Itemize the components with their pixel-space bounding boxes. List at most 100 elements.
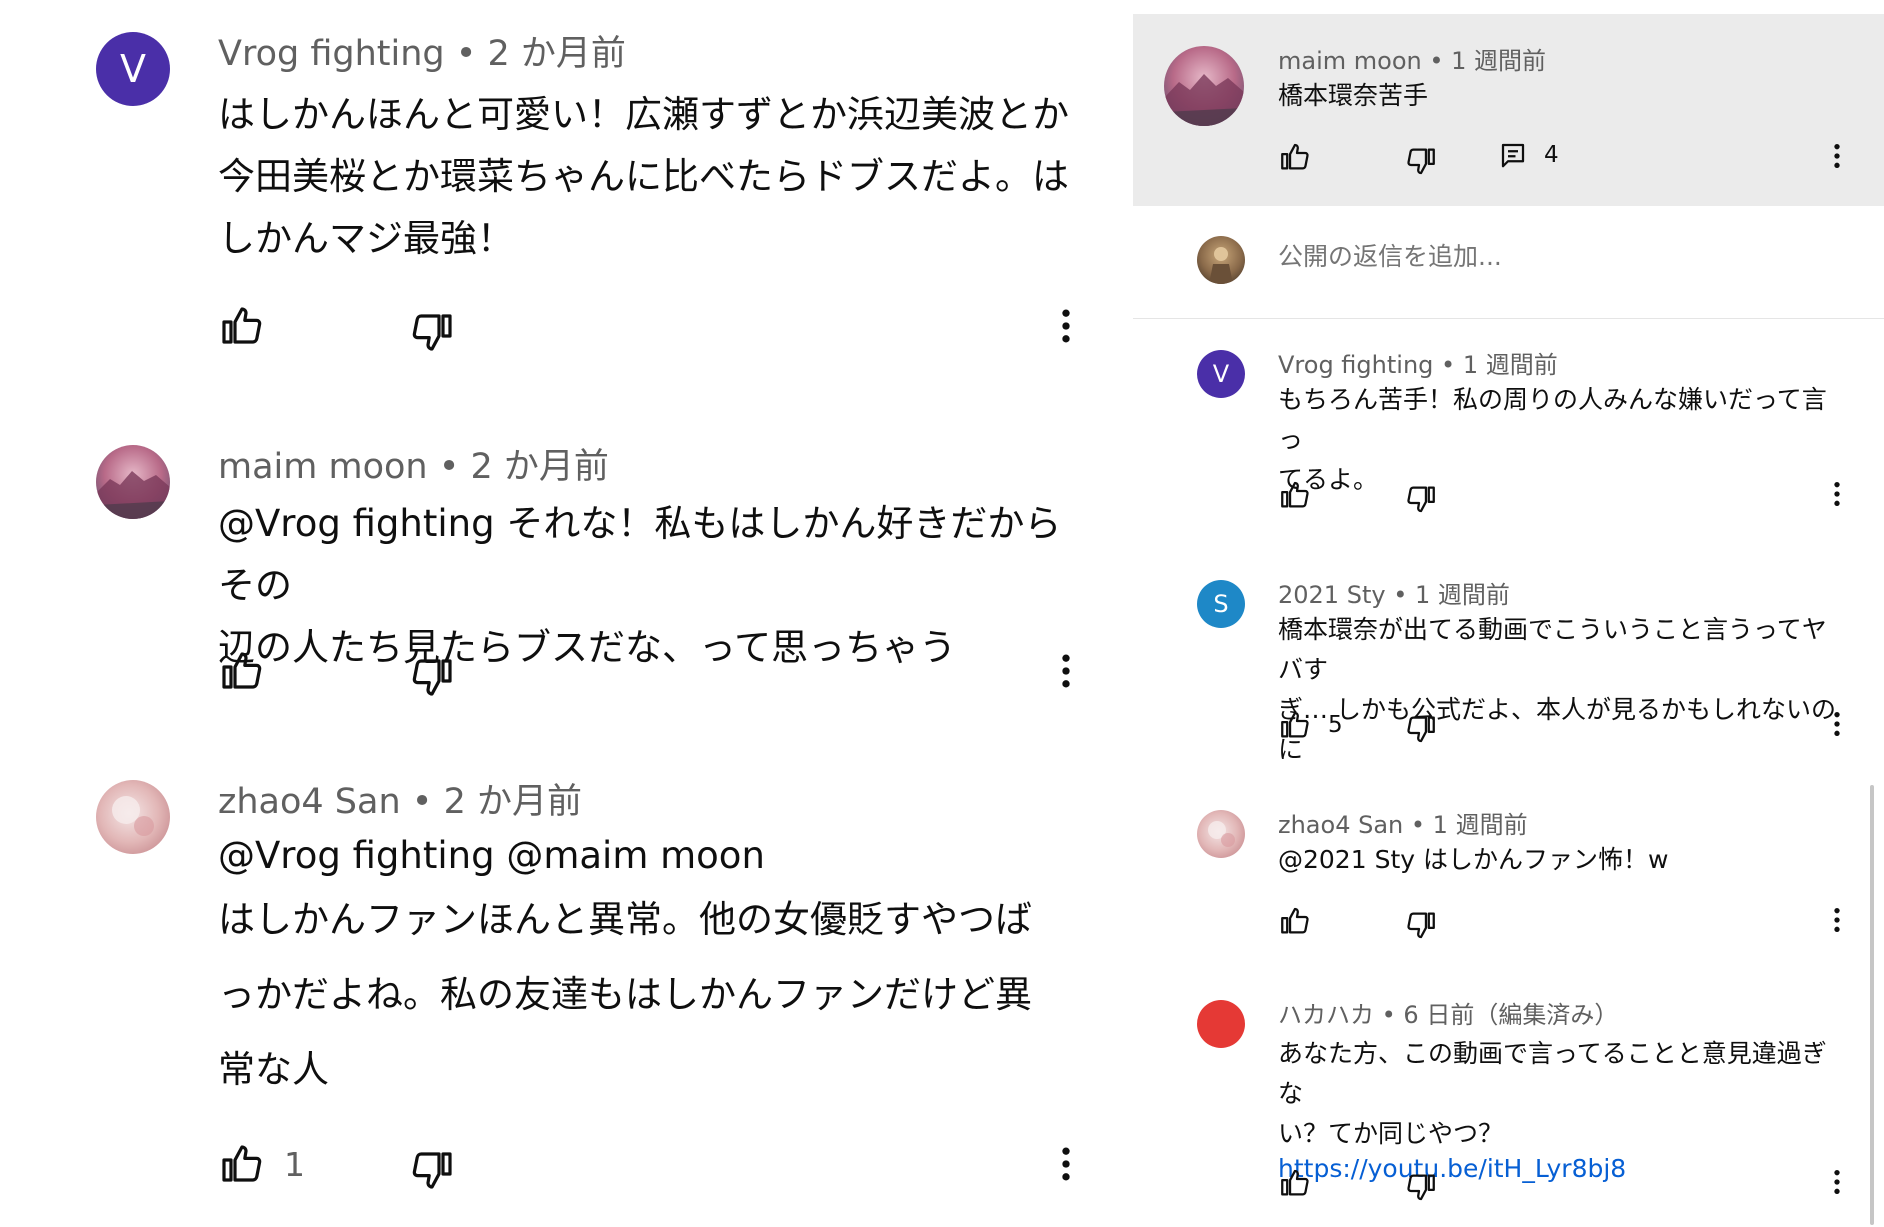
- avatar[interactable]: [96, 445, 170, 519]
- comment-reply-icon: [1498, 140, 1528, 170]
- avatar[interactable]: [1164, 46, 1244, 126]
- dislike-button[interactable]: [1404, 144, 1438, 182]
- like-button[interactable]: [1278, 140, 1328, 174]
- comment-author[interactable]: Vrog fighting: [218, 34, 445, 74]
- comment-author[interactable]: Vrog fighting: [1278, 351, 1433, 379]
- comment-text: 橋本環奈苦手: [1278, 76, 1838, 116]
- replies-button[interactable]: 4: [1498, 140, 1559, 170]
- comment-line: あなた方、この動画で言ってることと意見違過ぎな: [1278, 1039, 1827, 1108]
- thumbs-up-icon: [1278, 478, 1312, 512]
- add-reply-input[interactable]: [1278, 242, 1838, 271]
- like-button[interactable]: [1278, 904, 1328, 938]
- more-vert-icon: [1821, 140, 1853, 172]
- comment-text: あなた方、この動画で言ってることと意見違過ぎな い？てか同じやつ？ https:…: [1278, 1034, 1838, 1184]
- more-vert-icon: [1821, 708, 1853, 740]
- avatar[interactable]: [96, 780, 170, 854]
- comment-header: zhao4 San • 2 か月前: [218, 780, 582, 826]
- comment-time[interactable]: 1 週間前: [1415, 581, 1510, 609]
- dislike-button[interactable]: [408, 1146, 456, 1198]
- meta-separator: •: [1374, 1001, 1404, 1029]
- reply-item: S 2021 Sty • 1 週間前 橋本環奈が出てる動画でこういうこと言うって…: [1197, 580, 1857, 764]
- comment-time[interactable]: 2 か月前: [488, 34, 626, 74]
- meta-separator: •: [1385, 581, 1415, 609]
- comment-header: Vrog fighting • 1 週間前: [1278, 350, 1558, 381]
- comment-author[interactable]: 2021 Sty: [1278, 581, 1386, 609]
- reply-count: 4: [1544, 142, 1559, 168]
- current-user-avatar: [1197, 236, 1245, 284]
- comment-line: しかんマジ最強！: [218, 217, 514, 260]
- more-vert-icon: [1821, 1166, 1853, 1198]
- thumbs-up-icon: [1278, 904, 1312, 938]
- thumbs-up-icon: [218, 647, 266, 695]
- reply-item: zhao4 San • 1 週間前 @2021 Sty はしかんファン怖！w: [1197, 810, 1857, 960]
- comment-mention-line: @Vrog fighting @maim moon: [218, 834, 765, 877]
- comment-time[interactable]: 2 か月前: [471, 447, 609, 487]
- thumbs-down-icon: [1404, 908, 1438, 942]
- scrollbar[interactable]: [1870, 785, 1874, 1225]
- comment-time[interactable]: 2 か月前: [444, 782, 582, 822]
- like-button[interactable]: [218, 647, 284, 695]
- comment-time[interactable]: 1 週間前: [1463, 351, 1558, 379]
- like-button[interactable]: [1278, 1166, 1328, 1200]
- avatar-circle: [1197, 1000, 1245, 1048]
- comment-time[interactable]: 1 週間前: [1433, 811, 1528, 839]
- avatar[interactable]: V: [96, 32, 170, 106]
- more-actions-button[interactable]: [1821, 1166, 1853, 1202]
- comment-header: maim moon • 2 か月前: [218, 445, 609, 491]
- comment-author[interactable]: zhao4 San: [1278, 811, 1403, 839]
- dislike-button[interactable]: [1404, 482, 1438, 520]
- avatar[interactable]: [1197, 810, 1245, 858]
- comment-line: っかだよね。私の友達もはしかんファンだけど異: [218, 973, 1032, 1016]
- more-actions-button[interactable]: [1821, 140, 1853, 176]
- avatar-image: [96, 445, 170, 519]
- comment-line: 橋本環奈が出てる動画でこういうこと言うってヤバす: [1278, 615, 1827, 684]
- thumbs-down-icon: [408, 653, 456, 701]
- like-button[interactable]: [218, 302, 284, 350]
- comment-header: 2021 Sty • 1 週間前: [1278, 580, 1510, 611]
- more-actions-button[interactable]: [1044, 1142, 1088, 1190]
- comment-text: @2021 Sty はしかんファン怖！w: [1278, 840, 1838, 880]
- like-button[interactable]: 5: [1278, 708, 1343, 742]
- comment-actions: [1278, 1166, 1853, 1206]
- avatar[interactable]: S: [1197, 580, 1245, 628]
- more-actions-button[interactable]: [1821, 708, 1853, 744]
- avatar-image: [1197, 810, 1245, 858]
- comment-line: 橋本環奈苦手: [1278, 81, 1429, 110]
- more-actions-button[interactable]: [1044, 304, 1088, 352]
- thumbs-up-icon: [218, 1140, 266, 1188]
- more-actions-button[interactable]: [1044, 649, 1088, 697]
- meta-separator: •: [1421, 47, 1452, 75]
- dislike-button[interactable]: [1404, 712, 1438, 750]
- comment-time[interactable]: 1 週間前: [1451, 47, 1546, 75]
- dislike-button[interactable]: [1404, 1170, 1438, 1208]
- like-button[interactable]: [1278, 478, 1328, 512]
- comment-author[interactable]: maim moon: [218, 447, 428, 487]
- avatar[interactable]: [1197, 1000, 1245, 1048]
- thumbs-up-icon: [1278, 708, 1312, 742]
- thumbs-down-icon: [1404, 1170, 1438, 1204]
- comment-thread-item: maim moon • 2 か月前 @Vrog fighting それな！私もは…: [96, 445, 1086, 715]
- dislike-button[interactable]: [408, 653, 456, 705]
- reply-item: V Vrog fighting • 1 週間前 もちろん苦手！私の周りの人みんな…: [1197, 350, 1857, 530]
- thumbs-down-icon: [408, 308, 456, 356]
- comment-line: はしかんファンほんと異常。他の女優貶すやつば: [218, 898, 1032, 941]
- like-count: 5: [1328, 712, 1343, 738]
- comment-actions: 1: [218, 1140, 1088, 1200]
- more-actions-button[interactable]: [1821, 478, 1853, 514]
- dislike-button[interactable]: [1404, 908, 1438, 946]
- thumbs-up-icon: [1278, 140, 1312, 174]
- dislike-button[interactable]: [408, 308, 456, 360]
- divider: [1133, 318, 1884, 319]
- comment-author[interactable]: zhao4 San: [218, 782, 401, 822]
- avatar[interactable]: V: [1197, 350, 1245, 398]
- thumbs-down-icon: [408, 1146, 456, 1194]
- comment-author[interactable]: ハカハカ: [1278, 1001, 1374, 1029]
- comment-time[interactable]: 6 日前（編集済み）: [1403, 1001, 1618, 1029]
- like-button[interactable]: 1: [218, 1140, 305, 1188]
- more-vert-icon: [1821, 904, 1853, 936]
- meta-separator: •: [1433, 351, 1463, 379]
- meta-separator: •: [1403, 811, 1433, 839]
- avatar-image: [1197, 236, 1245, 284]
- more-actions-button[interactable]: [1821, 904, 1853, 940]
- comment-author[interactable]: maim moon: [1278, 47, 1422, 75]
